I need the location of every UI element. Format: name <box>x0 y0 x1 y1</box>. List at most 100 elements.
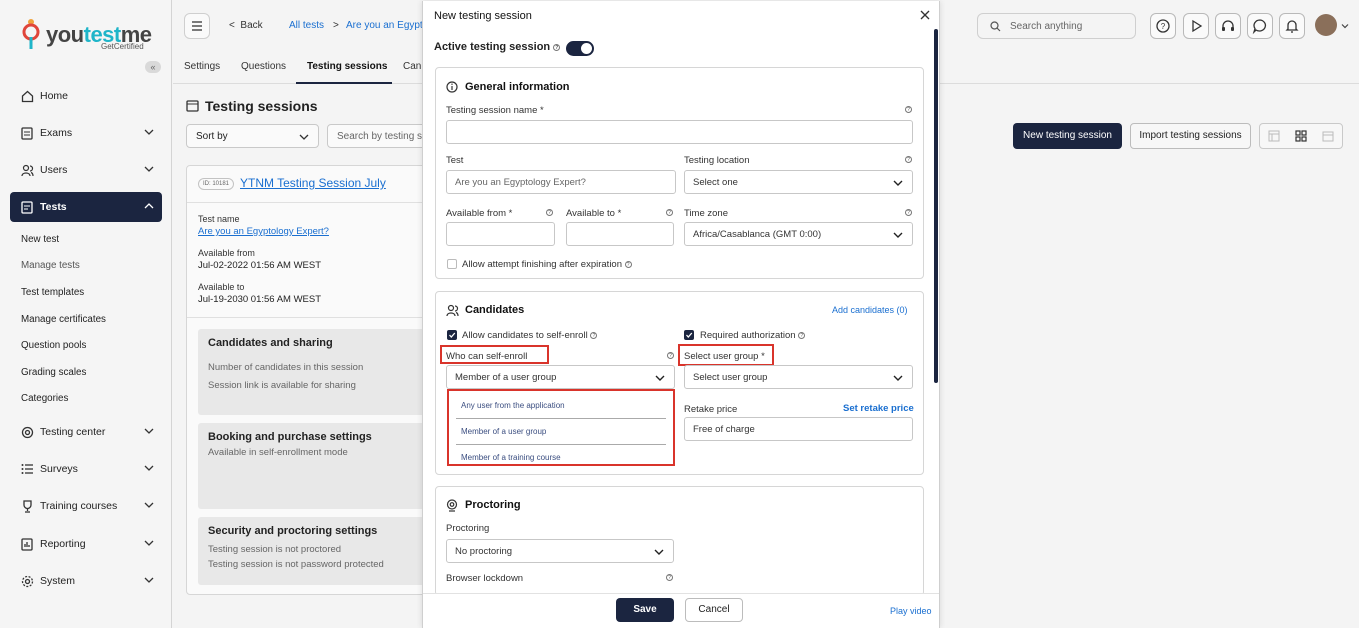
card-divider <box>187 202 445 203</box>
option-member-user-group[interactable]: Member of a user group <box>461 427 546 436</box>
tab-testing-sessions[interactable]: Testing sessions <box>307 61 387 72</box>
back-link[interactable]: < Back <box>229 20 263 31</box>
available-from-input[interactable] <box>446 222 555 246</box>
sidebar-item-surveys[interactable]: Surveys <box>10 454 162 484</box>
tab-questions[interactable]: Questions <box>241 61 286 72</box>
save-button[interactable]: Save <box>616 598 674 622</box>
cancel-button[interactable]: Cancel <box>685 598 743 622</box>
sidebar-item-exams[interactable]: Exams <box>10 118 162 148</box>
card-divider <box>187 317 445 318</box>
sidebar-item-tests[interactable]: Tests <box>10 192 162 222</box>
sidebar-item-training-courses[interactable]: Training courses <box>10 491 162 521</box>
chevron-down-icon <box>893 375 903 381</box>
report-icon <box>20 537 34 551</box>
sidebar-subitem-new-test[interactable]: New test <box>21 234 59 245</box>
active-session-toggle[interactable] <box>566 41 594 56</box>
play-icon <box>1192 19 1203 33</box>
sort-by-select[interactable]: Sort by <box>186 124 319 148</box>
modal-scrollbar[interactable] <box>934 29 938 383</box>
option-any-user[interactable]: Any user from the application <box>461 401 565 410</box>
proctoring-select[interactable]: No proctoring <box>446 539 674 563</box>
sidebar-item-testing-center[interactable]: Testing center <box>10 417 162 447</box>
session-title-link[interactable]: YTNM Testing Session July <box>240 176 386 190</box>
testing-location-select[interactable]: Select one <box>684 170 913 194</box>
available-from-label: Available from <box>198 248 255 258</box>
available-to-input[interactable] <box>566 222 674 246</box>
import-testing-sessions-button[interactable]: Import testing sessions <box>1130 123 1251 149</box>
proctored-text: Testing session is not proctored <box>208 544 342 555</box>
new-testing-session-button[interactable]: New testing session <box>1013 123 1122 149</box>
breadcrumb-all-tests[interactable]: All tests <box>289 20 324 31</box>
id-badge: ID: 10181 <box>198 178 234 190</box>
breadcrumb-current-test[interactable]: Are you an Egypt <box>346 20 423 31</box>
help-icon: ? <box>667 352 674 359</box>
sidebar-subitem-question-pools[interactable]: Question pools <box>21 340 86 351</box>
proctoring-section: Proctoring Proctoring No proctoring Brow… <box>435 486 924 596</box>
test-label: Test <box>446 155 464 166</box>
chevron-down-icon <box>144 129 154 135</box>
gear-icon <box>20 574 34 588</box>
allow-after-expiration-checkbox[interactable] <box>447 259 457 269</box>
self-enroll-label: Allow candidates to self-enroll ? <box>462 330 598 341</box>
chevron-down-icon <box>144 577 154 583</box>
session-name-input[interactable] <box>446 120 913 144</box>
help-icon: ? <box>546 209 553 216</box>
support-button[interactable] <box>1215 13 1241 39</box>
play-video-link[interactable]: Play video <box>890 606 932 616</box>
test-input[interactable]: Are you an Egyptology Expert? <box>446 170 676 194</box>
grid-view-icon[interactable] <box>1295 130 1307 142</box>
sidebar-item-label: Testing center <box>40 426 106 438</box>
help-icon: ? <box>1156 19 1170 33</box>
time-zone-select[interactable]: Africa/Casablanca (GMT 0:00) <box>684 222 913 246</box>
available-from-value: Jul-02-2022 01:56 AM WEST <box>198 260 322 271</box>
sidebar-item-label: Reporting <box>40 538 86 550</box>
time-zone-label: Time zone <box>684 208 728 219</box>
table-view-icon[interactable] <box>1268 130 1280 142</box>
retake-price-input[interactable]: Free of charge <box>684 417 913 441</box>
modal-footer <box>423 594 939 628</box>
sidebar-subitem-manage-certificates[interactable]: Manage certificates <box>21 314 106 325</box>
sidebar-item-home[interactable]: Home <box>10 81 162 111</box>
hamburger-icon <box>192 21 202 31</box>
calendar-view-icon[interactable] <box>1322 130 1334 142</box>
search-icon <box>990 21 1001 32</box>
collapse-sidebar-button[interactable]: « <box>145 61 161 73</box>
chevron-up-icon <box>144 203 154 209</box>
tab-settings[interactable]: Settings <box>184 61 220 72</box>
test-name-label: Test name <box>198 214 240 224</box>
sidebar-item-users[interactable]: Users <box>10 155 162 185</box>
play-tour-button[interactable] <box>1183 13 1209 39</box>
avatar[interactable] <box>1315 14 1337 36</box>
set-retake-price-link[interactable]: Set retake price <box>843 403 914 414</box>
sidebar-subitem-categories[interactable]: Categories <box>21 393 68 404</box>
sidebar-subitem-test-templates[interactable]: Test templates <box>21 287 84 298</box>
chevron-down-icon <box>144 166 154 172</box>
allow-after-expiration-label: Allow attempt finishing after expiration… <box>462 259 632 270</box>
close-icon[interactable] <box>920 10 930 20</box>
sidebar-subitem-manage-tests[interactable]: Manage tests <box>21 260 80 271</box>
option-member-training-course[interactable]: Member of a training course <box>461 453 561 462</box>
sidebar-item-reporting[interactable]: Reporting <box>10 529 162 559</box>
help-button[interactable]: ? <box>1150 13 1176 39</box>
available-to-label: Available to * <box>566 208 622 219</box>
sidebar-item-label: System <box>40 575 76 587</box>
active-tab-indicator <box>296 82 392 84</box>
add-candidates-link[interactable]: Add candidates (0) <box>832 305 908 315</box>
tab-candidates[interactable]: Can <box>403 61 421 72</box>
chevron-down-icon <box>299 134 309 140</box>
who-can-self-enroll-select[interactable]: Member of a user group <box>446 365 675 389</box>
menu-button[interactable] <box>184 13 210 39</box>
select-user-group-select[interactable]: Select user group <box>684 365 913 389</box>
help-icon: ? <box>624 260 632 268</box>
sidebar-subitem-grading-scales[interactable]: Grading scales <box>21 367 86 378</box>
chat-button[interactable] <box>1247 13 1273 39</box>
chevron-down-icon[interactable] <box>1341 22 1349 30</box>
global-search-input[interactable]: Search anything <box>977 13 1136 39</box>
test-name-link[interactable]: Are you an Egyptology Expert? <box>198 226 329 237</box>
required-authorization-checkbox[interactable] <box>684 330 694 340</box>
sidebar-item-system[interactable]: System <box>10 566 162 596</box>
password-text: Testing session is not password protecte… <box>208 559 384 570</box>
session-name-label: Testing session name * <box>446 105 544 116</box>
notifications-button[interactable] <box>1279 13 1305 39</box>
self-enroll-checkbox[interactable] <box>447 330 457 340</box>
